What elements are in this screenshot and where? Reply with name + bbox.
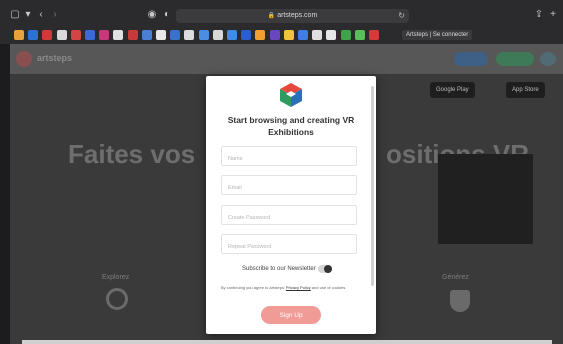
modal-title: Start browsing and creating VR Exhibitio… <box>227 115 355 137</box>
lock-icon: 🔒 <box>267 13 276 19</box>
google-play-button[interactable]: Google Play <box>430 82 475 98</box>
bookmark-favicon-icon[interactable] <box>28 30 39 40</box>
newsletter-label: Subscribe to our Newsletter <box>242 266 316 272</box>
bookmark-favicon-icon[interactable] <box>255 30 266 40</box>
bookmark-favicon-icon[interactable] <box>156 30 166 40</box>
site-name: artsteps <box>37 53 73 63</box>
bookmark-favicon-icon[interactable] <box>99 30 110 40</box>
url-text: artsteps.com <box>277 12 318 19</box>
repeat-password-field[interactable] <box>221 234 357 256</box>
artsteps-logo-icon <box>16 51 32 67</box>
toggle-knob <box>324 265 332 273</box>
bookmarks-bar: Artsteps | Se connecter <box>0 28 563 42</box>
bookmark-favicon-icon[interactable] <box>184 30 195 40</box>
browser-toolbar: ▢ ▾ ‹ › ◉ ◐ 🔒 artsteps.com ↻ ⇪ + <box>0 6 563 26</box>
legal-prefix: By continuing you agree to Artsteps' <box>221 285 285 290</box>
address-bar[interactable]: 🔒 artsteps.com ↻ <box>176 9 409 23</box>
site-header: artsteps <box>10 44 563 74</box>
bookmark-favicon-icon[interactable] <box>354 30 365 40</box>
header-login-button[interactable] <box>454 52 488 66</box>
signup-modal: Start browsing and creating VR Exhibitio… <box>206 76 376 334</box>
hero-image <box>438 154 533 244</box>
repeat-password-input[interactable] <box>222 238 356 256</box>
shield-icon <box>450 290 470 312</box>
artsteps-logo-icon <box>280 83 302 107</box>
bookmark-favicon-icon[interactable] <box>312 30 323 40</box>
bookmark-favicon-icon[interactable] <box>85 30 95 40</box>
reader-icon[interactable]: ◐ <box>162 8 172 22</box>
modal-scrollbar[interactable] <box>371 86 374 286</box>
feature-explore-label: Explorez <box>102 274 130 281</box>
new-tab-icon[interactable]: + <box>548 8 558 22</box>
back-arrow-icon[interactable]: ‹ <box>36 8 46 22</box>
reload-icon[interactable]: ↻ <box>398 9 405 23</box>
bookmark-favicon-icon[interactable] <box>14 30 24 40</box>
browser-chrome: ▢ ▾ ‹ › ◉ ◐ 🔒 artsteps.com ↻ ⇪ + Artsteps… <box>0 0 563 44</box>
email-input[interactable] <box>222 179 356 197</box>
bookmark-favicon-icon[interactable] <box>198 30 209 40</box>
name-field[interactable] <box>221 146 357 168</box>
sidebar-toggle-icon[interactable]: ▢ <box>8 8 22 22</box>
bookmark-favicon-icon[interactable] <box>56 30 67 40</box>
bookmark-label: Artsteps | Se connecter <box>406 32 469 38</box>
bookmark-favicon-icon[interactable] <box>326 30 337 40</box>
create-password-input[interactable] <box>222 209 356 227</box>
bookmark-favicon-icon[interactable] <box>70 30 81 40</box>
name-input[interactable] <box>222 150 356 168</box>
bookmark-favicon-icon[interactable] <box>170 30 181 40</box>
bottom-strip <box>22 340 552 344</box>
bookmark-favicon-icon[interactable] <box>212 30 223 40</box>
bookmark-artsteps-tab[interactable]: Artsteps | Se connecter <box>402 30 473 40</box>
forward-arrow-icon[interactable]: › <box>50 8 60 22</box>
legal-suffix: and use of cookies. <box>311 285 347 290</box>
bookmark-favicon-icon[interactable] <box>298 30 308 40</box>
bookmark-favicon-icon[interactable] <box>113 30 124 40</box>
newsletter-toggle[interactable] <box>318 265 332 273</box>
compass-icon <box>106 288 128 310</box>
share-icon[interactable]: ⇪ <box>534 8 544 22</box>
privacy-shield-icon[interactable]: ◉ <box>146 8 158 22</box>
sign-up-button[interactable]: Sign Up <box>261 306 321 324</box>
legal-text: By continuing you agree to Artsteps' Pri… <box>221 285 361 291</box>
privacy-policy-link[interactable]: Privacy Policy <box>286 285 311 290</box>
bookmark-favicon-icon[interactable] <box>227 30 237 40</box>
bookmark-favicon-icon[interactable] <box>241 30 252 40</box>
create-password-field[interactable] <box>221 205 357 227</box>
feature-generate-label: Générez <box>442 274 469 281</box>
bookmark-favicon-icon[interactable] <box>127 30 138 40</box>
email-field[interactable] <box>221 175 357 197</box>
app-store-button[interactable]: App Store <box>506 82 545 98</box>
header-avatar[interactable] <box>540 52 556 66</box>
bookmark-favicon-icon[interactable] <box>369 30 379 40</box>
hero-title-left: Faites vos <box>68 139 196 169</box>
bookmark-favicon-icon[interactable] <box>283 30 294 40</box>
bookmark-favicon-icon[interactable] <box>42 30 53 40</box>
header-signup-button[interactable] <box>496 52 534 66</box>
bookmark-favicon-icon[interactable] <box>141 30 152 40</box>
bookmark-favicon-icon[interactable] <box>269 30 280 40</box>
bookmark-favicon-icon[interactable] <box>340 30 351 40</box>
chevron-down-icon[interactable]: ▾ <box>24 8 32 22</box>
